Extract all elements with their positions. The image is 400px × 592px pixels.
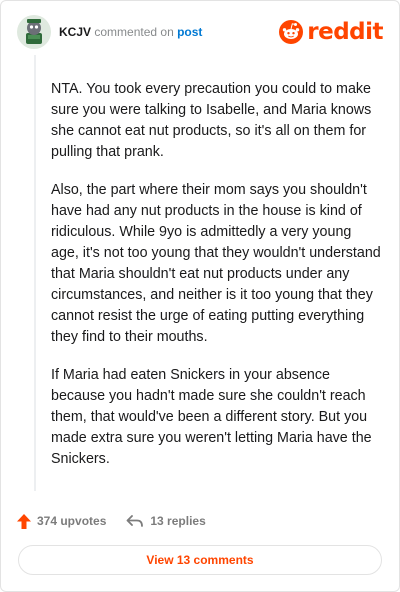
comment-actions: 374 upvotes 13 replies xyxy=(17,511,226,531)
upvote-count: 374 upvotes xyxy=(37,514,107,528)
avatar[interactable] xyxy=(17,15,51,49)
comment-body: NTA. You took every precaution you could… xyxy=(51,79,381,487)
comment-header: KCJV commented on post reddit xyxy=(17,15,383,51)
byline: KCJV commented on post xyxy=(59,25,202,39)
thread-line[interactable] xyxy=(34,55,36,491)
reddit-logo-icon xyxy=(279,20,304,44)
comment-paragraph: If Maria had eaten Snickers in your abse… xyxy=(51,367,372,467)
view-comments-button[interactable]: View 13 comments xyxy=(18,545,382,575)
action-text: commented on xyxy=(94,25,174,39)
upvote-button[interactable]: 374 upvotes xyxy=(17,513,107,529)
comment-paragraph: Also, the part where their mom says you … xyxy=(51,182,381,345)
reddit-brand: reddit xyxy=(279,19,383,45)
replies-count: 13 replies xyxy=(150,514,206,528)
replies-button[interactable]: 13 replies xyxy=(126,514,206,528)
post-link[interactable]: post xyxy=(177,25,202,39)
author-name[interactable]: KCJV xyxy=(59,25,91,39)
comment-card: KCJV commented on post reddit NTA. You t… xyxy=(0,0,400,592)
reply-arrow-icon xyxy=(126,515,144,527)
comment-paragraph: NTA. You took every precaution you could… xyxy=(51,81,372,160)
upvote-arrow-icon xyxy=(17,513,31,529)
reddit-wordmark: reddit xyxy=(307,19,383,45)
